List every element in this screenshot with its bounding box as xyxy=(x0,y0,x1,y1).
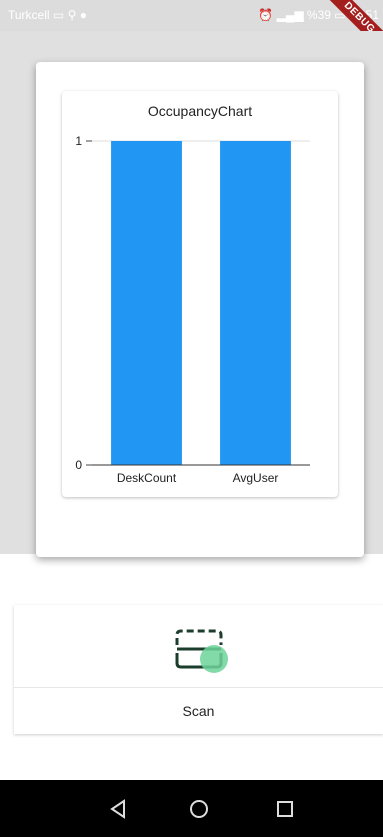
usb-icon: ⚲ xyxy=(67,8,77,22)
chart-section: OccupancyChart 0 1 DeskCount AvgUser xyxy=(0,31,383,557)
y-tick-label: 0 xyxy=(75,458,82,472)
status-bar: Turkcell ▭ ⚲ ● ⏰ ▂▄▆ %39 ▭ 20:51 DEBUG xyxy=(0,0,383,60)
battery-level: %39 xyxy=(306,8,331,22)
back-triangle-icon[interactable] xyxy=(106,798,130,820)
scan-card[interactable]: Scan xyxy=(14,605,383,734)
android-nav-bar xyxy=(0,780,383,837)
carrier-label: Turkcell xyxy=(8,8,50,22)
screen-icon: ▭ xyxy=(52,8,65,22)
alarm-icon: ⏰ xyxy=(258,8,274,22)
chart-card: OccupancyChart 0 1 DeskCount AvgUser xyxy=(62,91,338,497)
chat-icon: ● xyxy=(79,8,87,22)
y-tick-label: 1 xyxy=(75,134,82,148)
status-left: Turkcell ▭ ⚲ ● xyxy=(8,8,87,22)
chart-outer-card: OccupancyChart 0 1 DeskCount AvgUser xyxy=(36,62,364,557)
bar-avguser xyxy=(220,141,291,465)
scan-button-label[interactable]: Scan xyxy=(14,703,383,719)
x-tick-label: DeskCount xyxy=(117,471,177,485)
home-circle-icon[interactable] xyxy=(187,798,211,820)
occupancy-chart: 0 1 DeskCount AvgUser xyxy=(75,134,310,485)
scan-icon[interactable] xyxy=(169,607,239,687)
signal-icon: ▂▄▆ xyxy=(276,8,304,22)
recents-square-icon[interactable] xyxy=(273,798,297,820)
scan-divider xyxy=(14,687,383,688)
bar-deskcount xyxy=(111,141,182,465)
x-tick-label: AvgUser xyxy=(233,471,279,485)
